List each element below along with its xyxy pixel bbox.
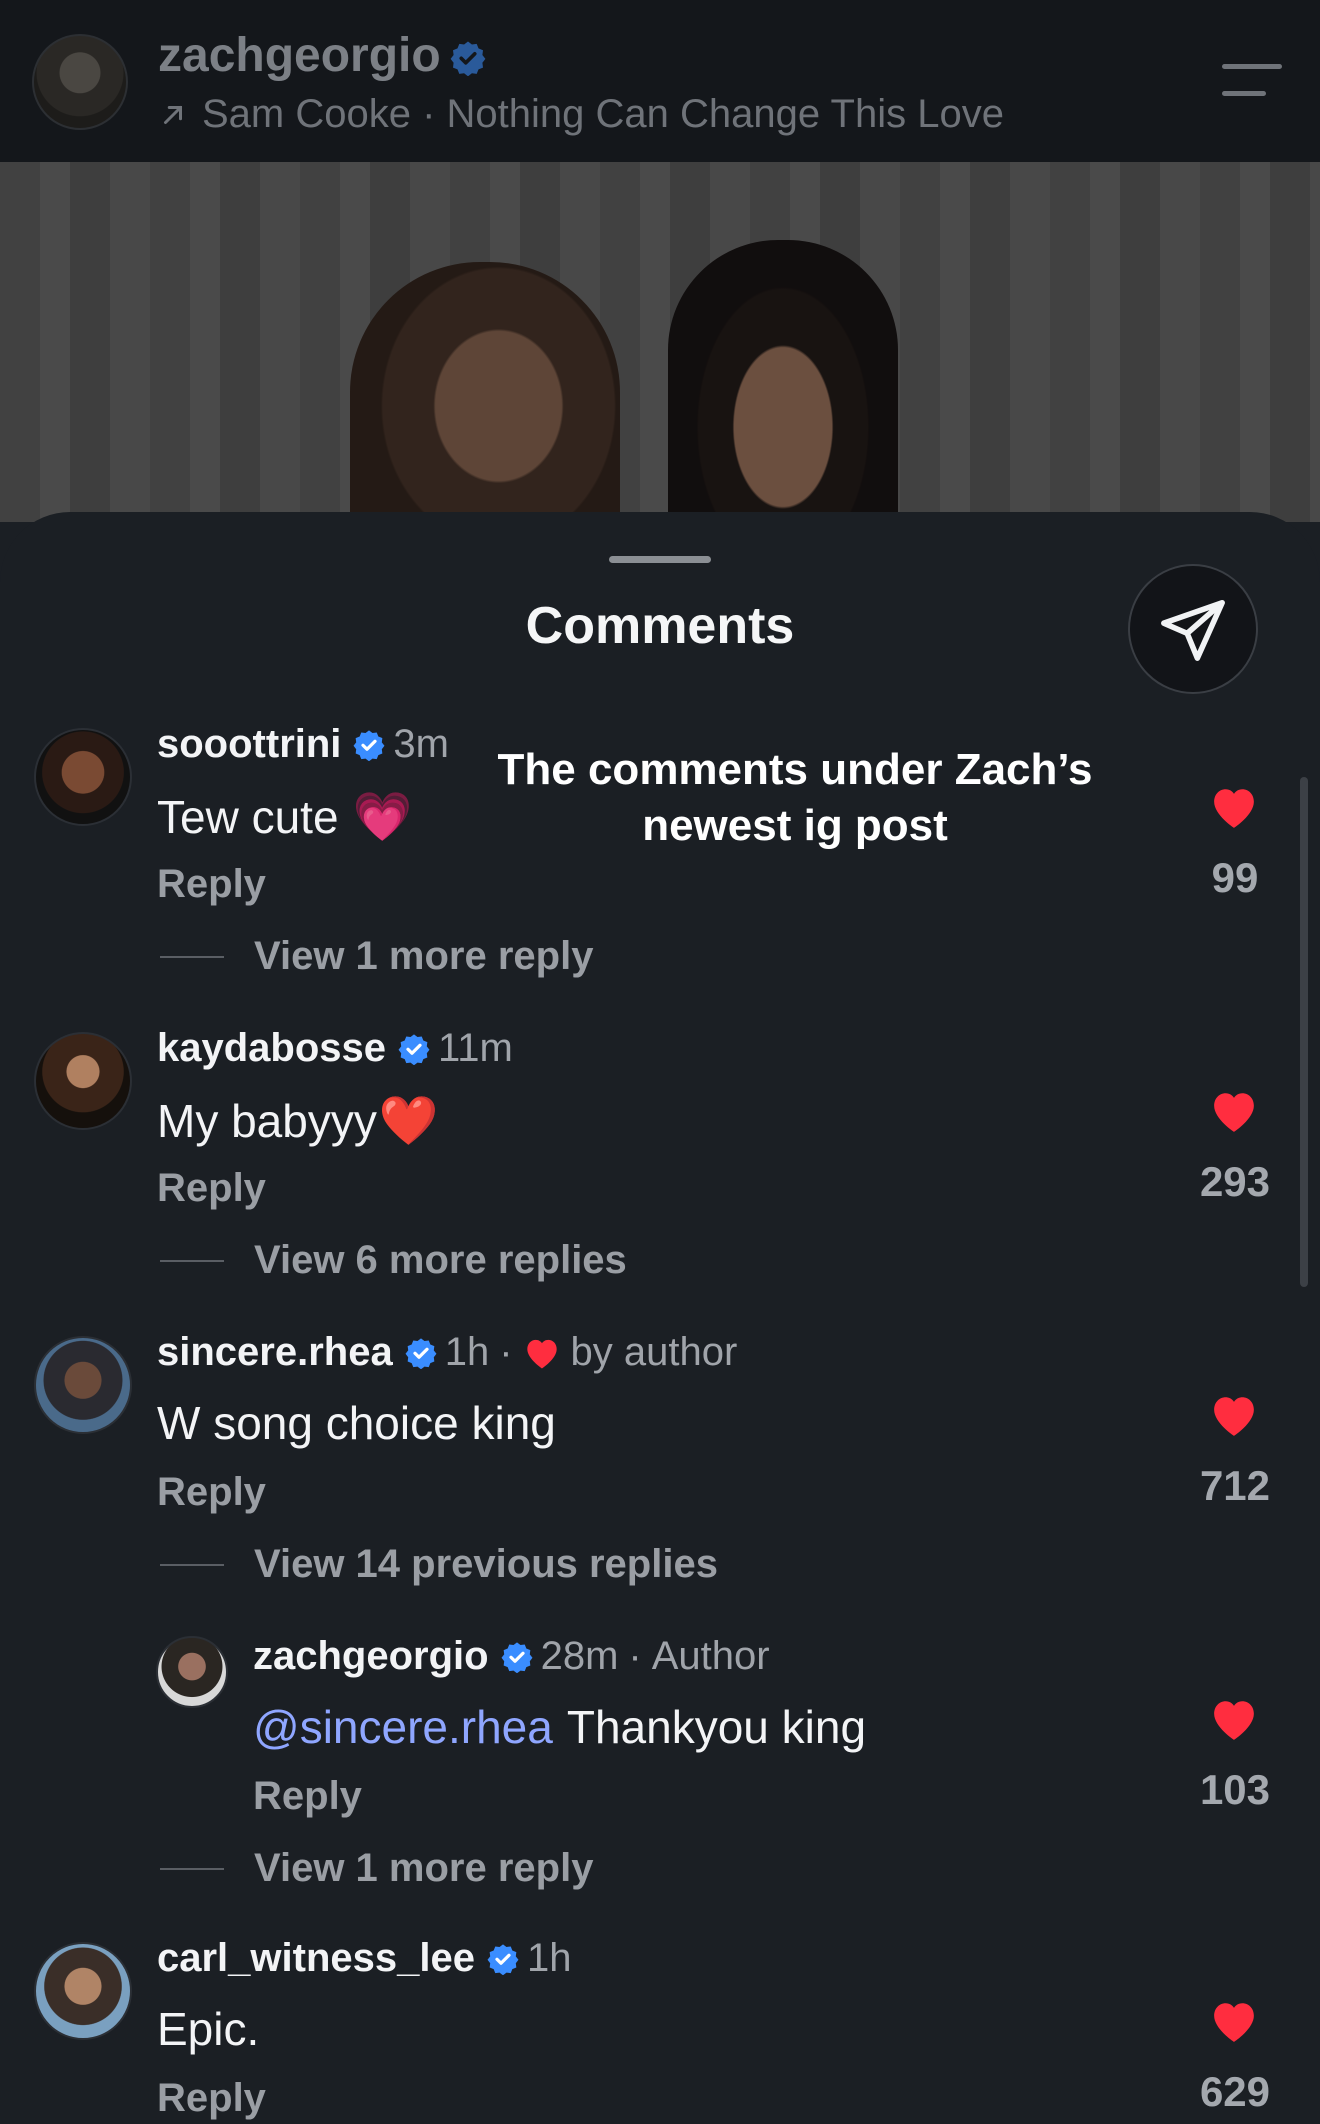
menu-icon[interactable] [1222,62,1282,98]
comment-header: sincere.rhea 1h · by author [157,1330,738,1375]
author-username[interactable]: zachgeorgio [158,28,441,83]
reply-button[interactable]: Reply [157,862,266,907]
heart-icon[interactable] [1208,1392,1260,1438]
like-count: 629 [1199,2068,1271,2115]
comment-body: Tew cute [157,790,339,843]
view-previous-replies[interactable]: View 14 previous replies [160,1542,718,1587]
comment-header: carl_witness_lee 1h [157,1936,572,1981]
comment-time: 1h [444,1330,490,1374]
thread-line [160,1259,224,1262]
heart-icon[interactable] [1208,1696,1260,1742]
overlay-caption: The comments under Zach’s newest ig post [497,745,1093,850]
view-more-label: View 6 more replies [254,1238,627,1282]
thread-line [160,1867,224,1870]
comment-username[interactable]: carl_witness_lee [157,1936,475,1981]
comments-sheet: Comments The comments under Zach’s newes… [0,512,1320,2124]
sheet-title: Comments [525,597,795,655]
comment-header: kaydabosse 11m [157,1026,513,1071]
reply-button[interactable]: Reply [253,1774,362,1819]
thread-line [160,955,224,958]
verified-badge-icon [450,41,486,76]
comment-body: W song choice king [157,1397,556,1449]
song-title: Sam Cooke · Nothing Can Change This Love [202,92,1004,136]
comment-text: @sincere.rhea Thankyou king [253,1700,866,1754]
avatar[interactable] [34,1336,132,1434]
comment-text: Epic. [157,2002,259,2056]
heart-icon[interactable] [1208,1998,1260,2044]
reply-button[interactable]: Reply [157,1166,266,1211]
verified-badge-icon [353,729,385,761]
scrollbar[interactable] [1300,777,1308,1287]
reel-video[interactable] [0,162,1320,522]
song-link[interactable]: Sam Cooke · Nothing Can Change This Love [158,92,1004,137]
view-more-replies[interactable]: View 6 more replies [160,1238,627,1283]
view-more-replies[interactable]: View 1 more reply [160,934,593,979]
author-avatar[interactable] [32,34,128,130]
reel-header: zachgeorgio Sam Cooke · Nothing Can Chan… [0,0,1320,162]
comment-body: Epic. [157,2003,260,2055]
heart-icon[interactable] [1208,1088,1260,1134]
comment-text: W song choice king [157,1396,556,1450]
view-more-replies[interactable]: View 1 more reply [160,1846,593,1891]
comment-emoji: 💗 [352,791,413,844]
avatar[interactable] [156,1636,228,1708]
share-button[interactable] [1128,564,1258,694]
verified-badge-icon [501,1641,533,1673]
thread-line [160,1563,224,1566]
comment-time: 1h [527,1936,572,1980]
verified-badge-icon [398,1033,430,1065]
view-more-label: View 14 previous replies [254,1542,718,1586]
mention-link[interactable]: @sincere.rhea [253,1700,553,1754]
verified-badge-icon [405,1337,437,1369]
comment-username[interactable]: sooottrini [157,722,341,767]
view-more-label: View 1 more reply [254,1846,594,1890]
comment-time: 11m [438,1026,513,1070]
paper-plane-icon [1161,599,1225,661]
comment-emoji: ❤️ [378,1095,439,1148]
like-count: 103 [1199,1766,1271,1813]
comment-text: Tew cute 💗 [157,788,412,845]
heart-icon[interactable] [1208,784,1260,830]
author-label: Author [651,1634,770,1678]
comment-username[interactable]: zachgeorgio [253,1634,489,1679]
comment-username[interactable]: kaydabosse [157,1026,386,1071]
verified-badge-icon [487,1943,519,1975]
comment-text: My babyyy ❤️ [157,1092,439,1149]
comment-time: 28m [540,1634,619,1678]
like-count: 712 [1199,1462,1271,1509]
comment-time: 3m [393,722,449,766]
comment-body: Thankyou king [566,1701,867,1753]
arrow-up-right-icon [164,105,182,124]
liked-by-author-heart-icon [526,1339,557,1368]
avatar[interactable] [34,1032,132,1130]
reply-button[interactable]: Reply [157,1470,266,1515]
sheet-grabber[interactable] [609,556,711,563]
liked-by-author: by author [570,1330,738,1374]
view-more-label: View 1 more reply [254,934,594,978]
avatar[interactable] [34,728,132,826]
avatar[interactable] [34,1942,132,2040]
comment-username[interactable]: sincere.rhea [157,1330,393,1375]
comment-header: sooottrini 3m [157,722,449,767]
comment-body: My babyyy [157,1094,377,1147]
comment-header: zachgeorgio 28m · Author [253,1634,770,1679]
reply-button[interactable]: Reply [157,2076,266,2121]
like-count: 99 [1211,854,1259,901]
like-count: 293 [1199,1158,1271,1205]
